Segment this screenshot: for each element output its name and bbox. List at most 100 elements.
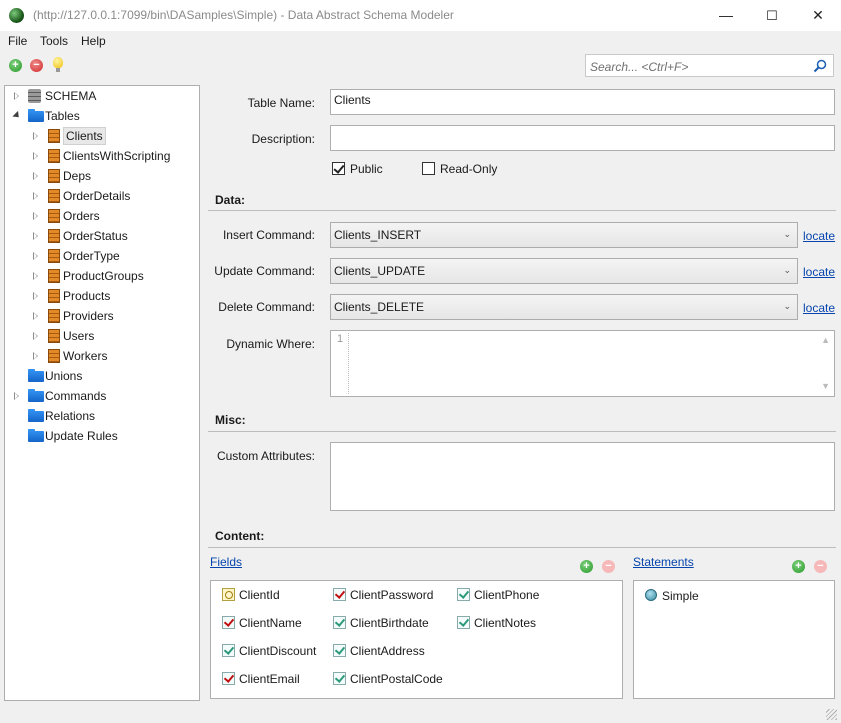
scroll-up-icon[interactable]: ▲ xyxy=(821,335,830,345)
readonly-checkbox[interactable] xyxy=(422,162,435,175)
tree-item-table[interactable]: Users xyxy=(5,326,199,346)
tree-item-table[interactable]: OrderDetails xyxy=(5,186,199,206)
field-optional-icon xyxy=(333,616,346,629)
expand-arrow-icon[interactable] xyxy=(33,152,38,160)
tree-item-table[interactable]: Products xyxy=(5,286,199,306)
tree-item-table[interactable]: OrderStatus xyxy=(5,226,199,246)
tree-item-table[interactable]: Orders xyxy=(5,206,199,226)
expand-arrow-icon[interactable] xyxy=(14,392,19,400)
tree-item-update-rules[interactable]: Update Rules xyxy=(5,426,199,446)
remove-statement-icon[interactable]: − xyxy=(814,560,827,573)
statements-list[interactable]: Simple xyxy=(633,580,835,699)
close-button[interactable]: ✕ xyxy=(795,0,841,31)
tree-item-commands[interactable]: Commands xyxy=(5,386,199,406)
fields-list[interactable]: ClientId ClientName ClientDiscount ClientEm… xyxy=(210,580,623,699)
table-name-label: Table Name: xyxy=(247,96,315,110)
expand-arrow-icon[interactable] xyxy=(33,232,38,240)
delete-command-select[interactable]: Clients_DELETE ⌄ xyxy=(330,294,798,320)
delete-locate-link[interactable]: locate xyxy=(803,301,835,315)
remove-field-icon[interactable]: − xyxy=(602,560,615,573)
tree-label-table: OrderType xyxy=(63,249,120,263)
tree-label-table: Orders xyxy=(63,209,100,223)
insert-command-select[interactable]: Clients_INSERT ⌄ xyxy=(330,222,798,248)
resize-grip-icon[interactable] xyxy=(826,709,837,720)
expand-arrow-icon[interactable] xyxy=(33,132,38,140)
field-required-icon xyxy=(333,588,346,601)
maximize-button[interactable]: ☐ xyxy=(749,0,795,31)
search-box[interactable] xyxy=(585,54,834,77)
expand-arrow-icon[interactable] xyxy=(33,292,38,300)
tree-label-commands: Commands xyxy=(45,389,107,403)
insert-locate-link[interactable]: locate xyxy=(803,229,835,243)
public-checkbox[interactable] xyxy=(332,162,345,175)
tree-label-table: Deps xyxy=(63,169,92,183)
expand-arrow-icon[interactable] xyxy=(33,172,38,180)
delete-command-value: Clients_DELETE xyxy=(334,300,425,314)
field-optional-icon xyxy=(457,616,470,629)
table-icon xyxy=(48,249,60,263)
tree-item-table[interactable]: Providers xyxy=(5,306,199,326)
menu-help[interactable]: Help xyxy=(81,34,106,48)
content-section-title: Content: xyxy=(215,529,265,543)
tree-item-table[interactable]: Deps xyxy=(5,166,199,186)
table-icon xyxy=(48,289,60,303)
expand-arrow-icon[interactable] xyxy=(33,312,38,320)
expand-arrow-icon[interactable] xyxy=(33,212,38,220)
tree-item-table[interactable]: OrderType xyxy=(5,246,199,266)
tree-label-table: Providers xyxy=(63,309,114,323)
window-title: (http://127.0.0.1:7099/bin\DASamples\Sim… xyxy=(33,8,454,22)
readonly-label[interactable]: Read-Only xyxy=(440,162,497,176)
tree-item-tables[interactable]: Tables xyxy=(5,106,199,126)
collapse-arrow-icon[interactable] xyxy=(12,110,22,121)
schema-tree[interactable]: SCHEMA Tables Clients ClientsWithScriptin… xyxy=(4,85,200,701)
tree-item-table[interactable]: Clients xyxy=(5,126,199,146)
table-icon xyxy=(48,149,60,163)
table-icon xyxy=(48,329,60,343)
search-input[interactable] xyxy=(588,56,807,77)
public-label[interactable]: Public xyxy=(350,162,383,176)
table-name-field[interactable]: Clients xyxy=(330,89,835,115)
expand-arrow-icon[interactable] xyxy=(33,252,38,260)
update-command-select[interactable]: Clients_UPDATE ⌄ xyxy=(330,258,798,284)
statements-link[interactable]: Statements xyxy=(633,555,694,569)
tree-item-table[interactable]: ClientsWithScripting xyxy=(5,146,199,166)
tree-item-table[interactable]: ProductGroups xyxy=(5,266,199,286)
tree-label-schema: SCHEMA xyxy=(45,89,97,103)
divider xyxy=(208,431,836,432)
insert-command-label: Insert Command: xyxy=(222,228,315,242)
insert-command-value: Clients_INSERT xyxy=(334,228,422,242)
tree-item-unions[interactable]: Unions xyxy=(5,366,199,386)
gutter-line xyxy=(348,333,349,394)
fields-link[interactable]: Fields xyxy=(210,555,242,569)
lightbulb-base xyxy=(56,68,60,72)
expand-arrow-icon[interactable] xyxy=(33,272,38,280)
tree-label-table: Users xyxy=(63,329,95,343)
tree-item-schema[interactable]: SCHEMA xyxy=(5,86,199,106)
update-locate-link[interactable]: locate xyxy=(803,265,835,279)
scroll-down-icon[interactable]: ▼ xyxy=(821,381,830,391)
minimize-button[interactable]: — xyxy=(703,0,749,31)
menu-file[interactable]: File xyxy=(8,34,27,48)
menu-tools[interactable]: Tools xyxy=(40,34,68,48)
add-icon[interactable]: + xyxy=(9,59,22,72)
lightbulb-icon[interactable] xyxy=(53,57,63,68)
add-field-icon[interactable]: + xyxy=(580,560,593,573)
tree-label-update-rules: Update Rules xyxy=(45,429,118,443)
dynamic-where-editor[interactable]: 1 ▲ ▼ xyxy=(330,330,835,397)
tree-item-relations[interactable]: Relations xyxy=(5,406,199,426)
add-statement-icon[interactable]: + xyxy=(792,560,805,573)
data-section-title: Data: xyxy=(215,193,246,207)
custom-attributes-editor[interactable] xyxy=(330,442,835,511)
remove-icon[interactable]: − xyxy=(30,59,43,72)
expand-arrow-icon[interactable] xyxy=(33,352,38,360)
expand-arrow-icon[interactable] xyxy=(14,92,19,100)
table-icon xyxy=(48,189,60,203)
expand-arrow-icon[interactable] xyxy=(33,192,38,200)
tree-label-table: Clients xyxy=(63,127,106,145)
search-icon[interactable] xyxy=(813,59,827,73)
expand-arrow-icon[interactable] xyxy=(33,332,38,340)
custom-attributes-label: Custom Attributes: xyxy=(216,449,315,463)
field-label: ClientEmail xyxy=(239,672,300,686)
tree-item-table[interactable]: Workers xyxy=(5,346,199,366)
description-field[interactable] xyxy=(330,125,835,151)
